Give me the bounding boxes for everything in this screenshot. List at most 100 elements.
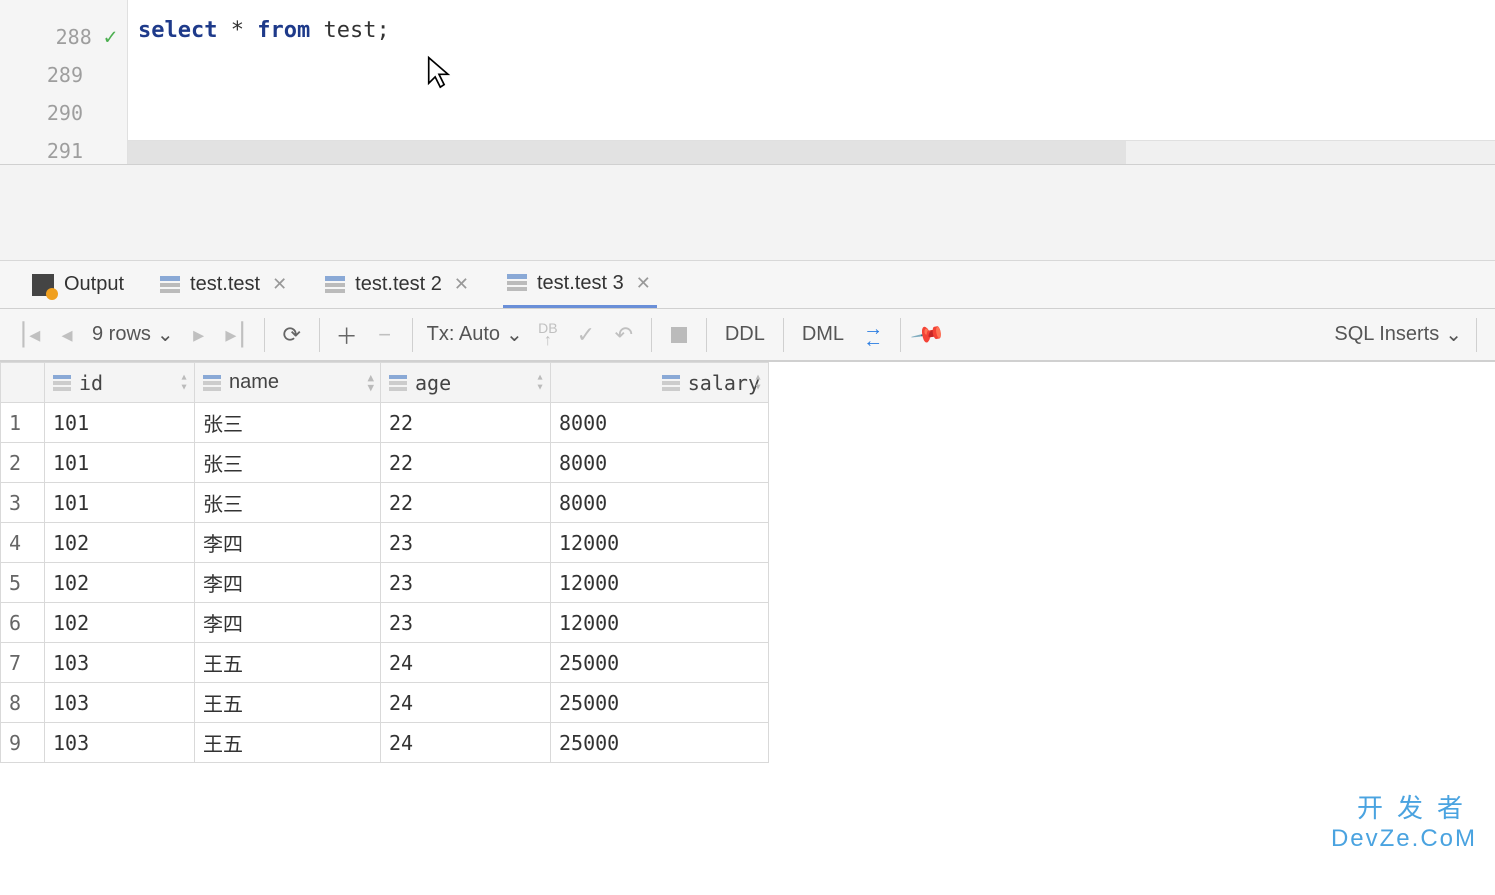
ddl-button[interactable]: DDL (715, 316, 775, 354)
row-number: 8 (1, 683, 45, 723)
cell-age[interactable]: 24 (381, 723, 551, 763)
row-number: 4 (1, 523, 45, 563)
row-count-label: 9 rows (92, 323, 151, 346)
cell-name[interactable]: 王五 (195, 683, 381, 723)
pin-button[interactable]: 📌 (902, 308, 955, 361)
editor-gap (0, 165, 1495, 261)
commit-button[interactable]: ✓ (567, 316, 605, 354)
row-count-dropdown[interactable]: 9 rows ⌄ (86, 322, 180, 347)
sort-icon[interactable]: ▴▾ (180, 372, 188, 393)
code-line: select * from test; (138, 18, 1495, 56)
editor-gutter: 288 ✓ 289 290 291 (0, 0, 128, 164)
cell-name[interactable]: 王五 (195, 723, 381, 763)
table-row[interactable]: 4102李四2312000 (1, 523, 769, 563)
cell-id[interactable]: 103 (45, 723, 195, 763)
chevron-down-icon: ⌄ (1445, 322, 1462, 347)
result-table[interactable]: id ▴▾ name ▴▾ age ▴▾ salary ▴▾ 1101张三228… (0, 362, 769, 763)
cell-age[interactable]: 22 (381, 443, 551, 483)
cell-id[interactable]: 101 (45, 403, 195, 443)
tab-label: test.test 2 (355, 273, 442, 296)
sort-icon[interactable]: ▴▾ (536, 372, 544, 393)
cell-age[interactable]: 23 (381, 523, 551, 563)
table-row[interactable]: 9103王五2425000 (1, 723, 769, 763)
cell-salary[interactable]: 8000 (551, 403, 769, 443)
horizontal-scrollbar[interactable] (128, 140, 1495, 164)
sort-icon[interactable]: ▴▾ (754, 372, 762, 393)
tab-test-2[interactable]: test.test 2 ✕ (321, 261, 475, 308)
watermark-line1: 开发者 (1331, 788, 1477, 825)
cell-id[interactable]: 103 (45, 643, 195, 683)
scrollbar-thumb[interactable] (128, 141, 1126, 164)
cell-salary[interactable]: 25000 (551, 723, 769, 763)
tx-mode-dropdown[interactable]: Tx: Auto ⌄ (421, 322, 529, 347)
table-row[interactable]: 6102李四2312000 (1, 603, 769, 643)
cell-age[interactable]: 24 (381, 643, 551, 683)
code-area[interactable]: select * from test; (128, 0, 1495, 164)
dml-button[interactable]: DML (792, 316, 854, 354)
column-header-age[interactable]: age ▴▾ (381, 363, 551, 403)
table-row[interactable]: 8103王五2425000 (1, 683, 769, 723)
cell-salary[interactable]: 12000 (551, 603, 769, 643)
column-icon (662, 375, 680, 391)
cell-id[interactable]: 103 (45, 683, 195, 723)
close-icon[interactable]: ✕ (270, 274, 289, 295)
column-header-id[interactable]: id ▴▾ (45, 363, 195, 403)
cell-id[interactable]: 101 (45, 443, 195, 483)
line-number: 289 (47, 63, 83, 87)
first-page-button[interactable]: ⎮◂ (10, 316, 48, 354)
cell-age[interactable]: 24 (381, 683, 551, 723)
next-page-button[interactable]: ▸ (180, 316, 218, 354)
watermark: 开发者 DevZe.CoM (1331, 788, 1477, 853)
table-row[interactable]: 7103王五2425000 (1, 643, 769, 683)
sql-token: * (217, 18, 257, 43)
cell-salary[interactable]: 8000 (551, 443, 769, 483)
cell-name[interactable]: 李四 (195, 563, 381, 603)
tab-label: Output (64, 273, 124, 296)
cell-name[interactable]: 张三 (195, 483, 381, 523)
table-row[interactable]: 5102李四2312000 (1, 563, 769, 603)
cell-age[interactable]: 22 (381, 483, 551, 523)
cell-id[interactable]: 102 (45, 603, 195, 643)
prev-page-button[interactable]: ◂ (48, 316, 86, 354)
cell-salary[interactable]: 8000 (551, 483, 769, 523)
column-header-name[interactable]: name ▴▾ (195, 363, 381, 403)
cell-salary[interactable]: 25000 (551, 643, 769, 683)
column-label: age (415, 371, 451, 395)
cell-id[interactable]: 101 (45, 483, 195, 523)
table-row[interactable]: 1101张三228000 (1, 403, 769, 443)
rollback-button[interactable]: ↶ (605, 316, 643, 354)
cell-salary[interactable]: 12000 (551, 563, 769, 603)
submit-db-button[interactable]: DB↑ (529, 316, 567, 354)
cell-name[interactable]: 李四 (195, 603, 381, 643)
close-icon[interactable]: ✕ (452, 274, 471, 295)
cell-age[interactable]: 23 (381, 603, 551, 643)
stop-button[interactable] (660, 316, 698, 354)
cell-name[interactable]: 李四 (195, 523, 381, 563)
table-row[interactable]: 3101张三228000 (1, 483, 769, 523)
remove-row-button[interactable]: − (366, 316, 404, 354)
cell-salary[interactable]: 12000 (551, 523, 769, 563)
cell-name[interactable]: 张三 (195, 443, 381, 483)
cell-id[interactable]: 102 (45, 563, 195, 603)
column-icon (203, 375, 221, 391)
results-toolbar: ⎮◂ ◂ 9 rows ⌄ ▸ ▸⎮ ⟳ ＋ − Tx: Auto ⌄ DB↑ … (0, 309, 1495, 361)
cell-age[interactable]: 22 (381, 403, 551, 443)
last-page-button[interactable]: ▸⎮ (218, 316, 256, 354)
row-number: 2 (1, 443, 45, 483)
sort-icon[interactable]: ▴▾ (367, 372, 374, 393)
close-icon[interactable]: ✕ (634, 273, 653, 294)
sort-merge-icon[interactable]: →← (854, 316, 892, 354)
column-header-salary[interactable]: salary ▴▾ (551, 363, 769, 403)
tab-output[interactable]: Output (28, 261, 128, 308)
tab-test-1[interactable]: test.test ✕ (156, 261, 293, 308)
cell-name[interactable]: 王五 (195, 643, 381, 683)
cell-salary[interactable]: 25000 (551, 683, 769, 723)
table-row[interactable]: 2101张三228000 (1, 443, 769, 483)
cell-name[interactable]: 张三 (195, 403, 381, 443)
reload-button[interactable]: ⟳ (273, 316, 311, 354)
cell-id[interactable]: 102 (45, 523, 195, 563)
cell-age[interactable]: 23 (381, 563, 551, 603)
export-format-dropdown[interactable]: SQL Inserts ⌄ (1328, 322, 1468, 347)
add-row-button[interactable]: ＋ (328, 316, 366, 354)
tab-test-3[interactable]: test.test 3 ✕ (503, 261, 657, 308)
